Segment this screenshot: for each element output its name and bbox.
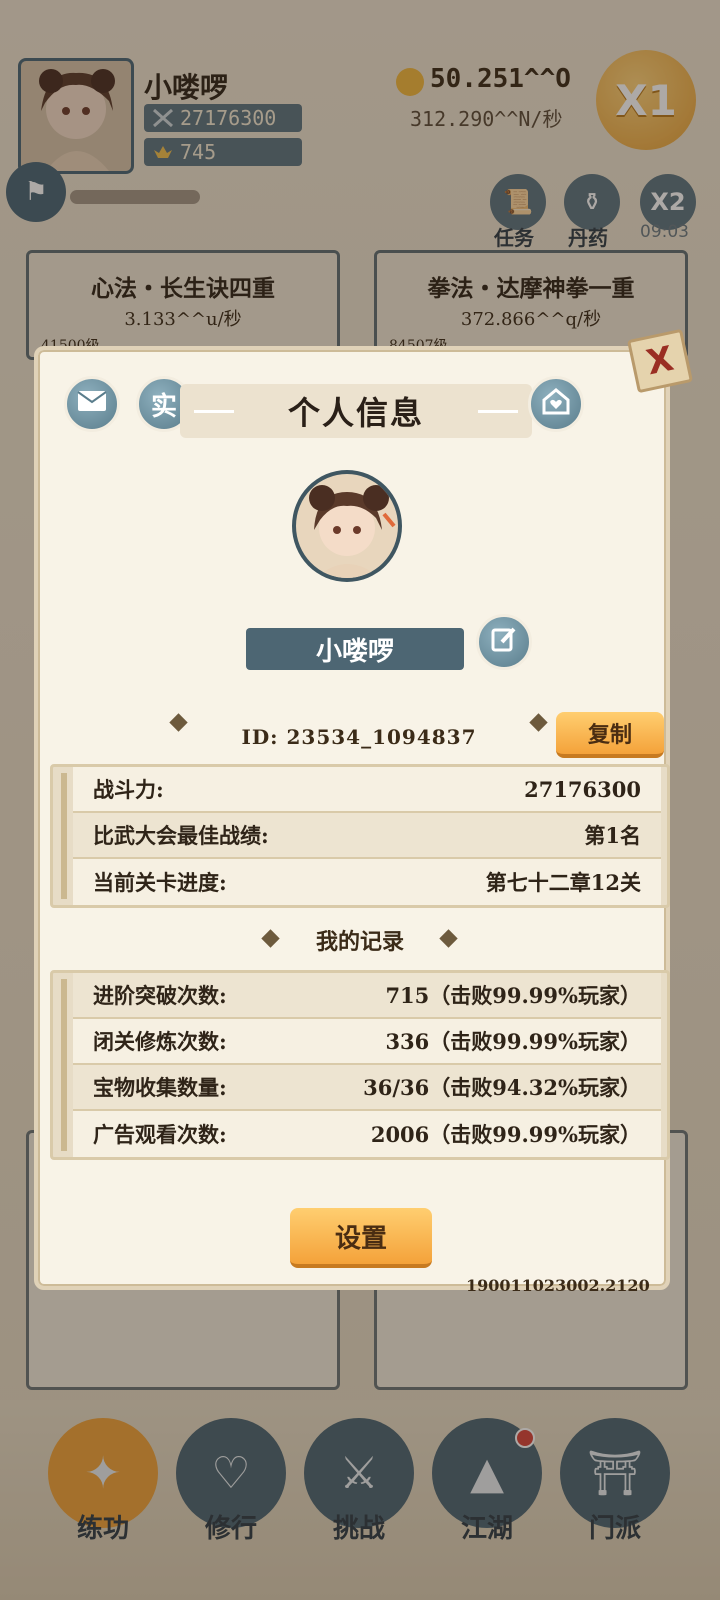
edit-icon (490, 625, 518, 660)
stat-value: 第1名 (584, 823, 641, 848)
mail-button[interactable] (64, 376, 120, 432)
table-row: 比武大会最佳战绩: 第1名 (73, 813, 661, 859)
profile-avatar[interactable] (292, 470, 402, 582)
table-row: 当前关卡进度: 第七十二章12关 (73, 859, 661, 905)
records-heading: 我的记录 (315, 929, 404, 955)
record-label: 闭关修炼次数: (93, 1029, 227, 1054)
settings-button[interactable]: 设置 (290, 1208, 432, 1268)
table-row: 进阶突破次数: 715（击败99.99%玩家） (73, 973, 661, 1019)
table-accent-bar (61, 773, 67, 899)
stats-table: 战斗力: 27176300 比武大会最佳战绩: 第1名 当前关卡进度: 第七十二… (50, 764, 670, 908)
player-id: ID: 23534_1094837 (241, 725, 477, 749)
envelope-icon (77, 389, 107, 419)
stat-value: 27176300 (524, 776, 641, 802)
profile-name: 小喽啰 (246, 628, 464, 670)
table-row: 宝物收集数量: 36/36（击败94.32%玩家） (73, 1065, 661, 1111)
home-button[interactable] (528, 376, 584, 432)
table-row: 闭关修炼次数: 336（击败99.99%玩家） (73, 1019, 661, 1065)
stat-label: 战斗力: (93, 777, 164, 802)
stat-label: 比武大会最佳战绩: (93, 823, 269, 848)
record-label: 进阶突破次数: (93, 983, 227, 1008)
version-number: 190011023002.2120 (466, 1276, 650, 1295)
stat-label: 当前关卡进度: (93, 870, 227, 895)
copy-id-button[interactable]: 复制 (556, 712, 664, 758)
edit-name-button[interactable] (476, 614, 532, 670)
title-divider (478, 410, 518, 413)
records-table: 进阶突破次数: 715（击败99.99%玩家） 闭关修炼次数: 336（击败99… (50, 970, 670, 1160)
house-heart-icon (541, 387, 571, 422)
record-value: 36/36（击败94.32%玩家） (363, 1075, 641, 1100)
record-label: 广告观看次数: (93, 1122, 227, 1147)
dialog-title: 个人信息 (287, 394, 424, 432)
player-id-row: ID: 23534_1094837 (174, 720, 544, 754)
table-row: 广告观看次数: 2006（击败99.99%玩家） (73, 1111, 661, 1157)
title-divider (194, 410, 234, 413)
record-value: 2006（击败99.99%玩家） (370, 1122, 641, 1147)
record-value: 715（击败99.99%玩家） (385, 983, 641, 1008)
dialog-title-bar: 个人信息 (180, 384, 532, 438)
table-accent-bar (61, 979, 67, 1151)
stat-value: 第七十二章12关 (485, 870, 641, 895)
record-value: 336（击败99.99%玩家） (385, 1029, 641, 1054)
record-label: 宝物收集数量: (93, 1075, 227, 1100)
close-button[interactable]: X (626, 328, 694, 394)
table-row: 战斗力: 27176300 (73, 767, 661, 813)
